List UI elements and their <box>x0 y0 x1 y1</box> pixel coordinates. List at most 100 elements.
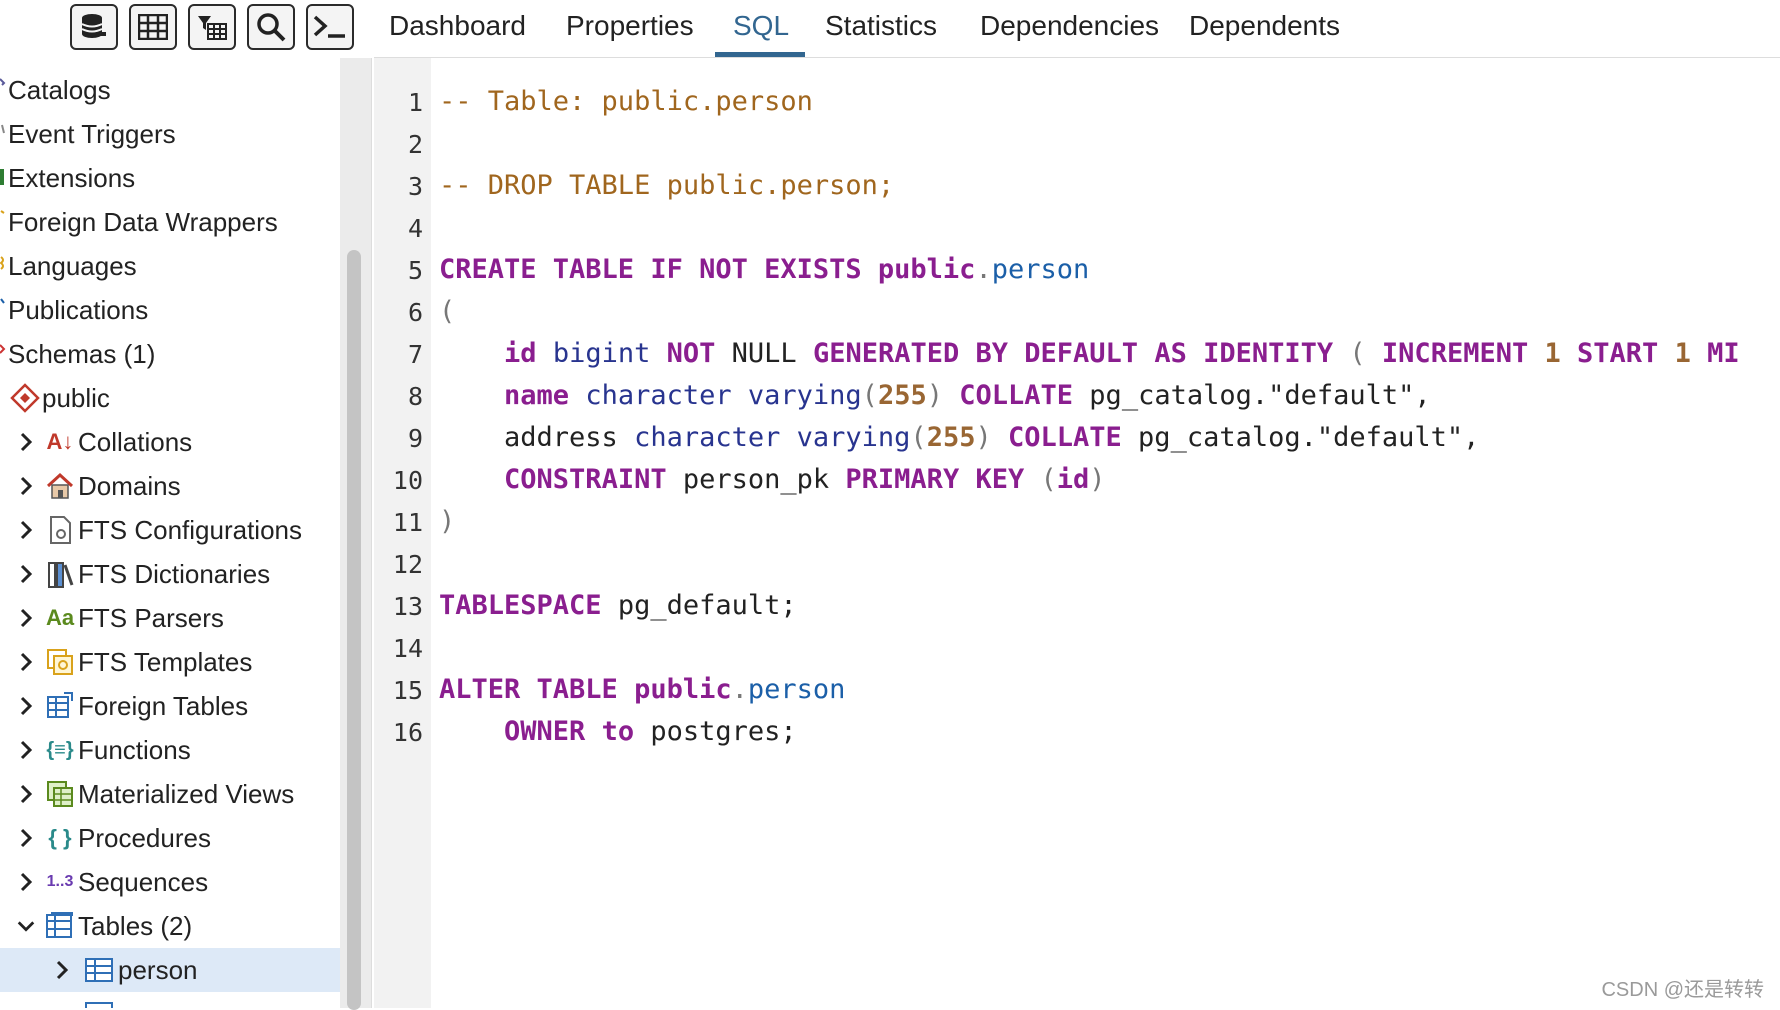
code-token: pg_default; <box>601 590 797 621</box>
tree-item-fts-parsers[interactable]: Aa FTS Parsers <box>0 596 340 640</box>
tree-item-functions[interactable]: {≡} Functions <box>0 728 340 772</box>
chevron-right-icon[interactable] <box>16 648 36 676</box>
tree-item-tables[interactable]: Tables (2) <box>0 904 340 948</box>
sequences-icon: 1..3 <box>46 873 74 890</box>
code-line: name character varying(255) COLLATE pg_c… <box>439 380 1431 411</box>
tab-dependents[interactable]: Dependents <box>1189 10 1340 58</box>
line-number: 2 <box>407 130 423 159</box>
foreign-tables-icon <box>45 691 75 721</box>
code-token: person <box>991 254 1090 285</box>
code-line: CREATE TABLE IF NOT EXISTS public.person <box>439 254 1089 285</box>
filtered-rows-button[interactable] <box>188 4 236 50</box>
procedures-icon: { } <box>48 825 72 850</box>
sidebar-scrollbar[interactable] <box>340 58 372 1010</box>
chevron-right-icon[interactable] <box>16 868 36 896</box>
code-line: ALTER TABLE public.person <box>439 674 845 705</box>
chevron-right-icon[interactable] <box>16 824 36 852</box>
code-token: TABLESPACE <box>439 590 602 621</box>
line-number: 5 <box>407 256 423 285</box>
tree-item-fts-configurations[interactable]: FTS Configurations <box>0 508 340 552</box>
tab-dependencies[interactable]: Dependencies <box>980 10 1159 58</box>
line-number: 9 <box>407 424 423 453</box>
tree-item-label: FTS Parsers <box>78 603 224 633</box>
code-token: . <box>731 674 748 705</box>
table-view-icon <box>138 14 168 40</box>
chevron-right-icon[interactable] <box>52 956 72 984</box>
tree-item-label: public <box>42 383 110 413</box>
code-token: ) <box>926 380 943 411</box>
chevron-right-icon[interactable] <box>16 780 36 808</box>
sql-code-editor[interactable]: -- Table: public.person -- DROP TABLE pub… <box>431 58 1780 1008</box>
code-token: NOT <box>666 338 716 369</box>
tree-item-fts-dictionaries[interactable]: FTS Dictionaries <box>0 552 340 596</box>
tree-item-label: Foreign Tables <box>78 691 249 721</box>
line-number: 10 <box>392 466 423 495</box>
psql-tool-button[interactable] <box>306 4 354 50</box>
chevron-right-icon[interactable] <box>16 604 36 632</box>
tab-sql[interactable]: SQL <box>733 10 789 58</box>
tree-item-label: Event Triggers <box>8 119 176 149</box>
tree-item-sequences[interactable]: 1..3 Sequences <box>0 860 340 904</box>
code-line: ( <box>439 296 455 327</box>
tree-item-person[interactable]: person <box>0 948 340 992</box>
chevron-right-icon[interactable] <box>16 516 36 544</box>
tree-item-publications[interactable]: Publications <box>0 288 340 332</box>
code-token: ( <box>1040 464 1057 495</box>
tab-dashboard[interactable]: Dashboard <box>389 10 526 58</box>
chevron-right-icon[interactable] <box>16 428 36 456</box>
tree-item-foreign-data-wrappers[interactable]: Foreign Data Wrappers <box>0 200 340 244</box>
tree-item-label: Tables (2) <box>78 911 193 941</box>
tab-properties[interactable]: Properties <box>566 10 694 58</box>
chevron-down-icon[interactable] <box>16 912 36 940</box>
tree-item-materialized-views[interactable]: Materialized Views <box>0 772 340 816</box>
line-number: 16 <box>392 718 423 747</box>
search-button[interactable] <box>247 4 295 50</box>
code-token: pg_catalog."default", <box>1073 380 1431 411</box>
tree-item-fts-templates[interactable]: FTS Templates <box>0 640 340 684</box>
code-token: pg_catalog."default", <box>1121 422 1480 453</box>
terminal-icon <box>313 15 345 38</box>
line-number: 6 <box>407 298 423 327</box>
tree-item-label: Functions <box>78 735 191 765</box>
line-number: 7 <box>407 340 423 369</box>
tree-item-languages[interactable]: Languages <box>0 244 340 288</box>
database-button[interactable] <box>70 4 118 50</box>
tree-item-foreign-tables[interactable]: Foreign Tables <box>0 684 340 728</box>
code-token: address <box>439 422 635 453</box>
chevron-right-icon[interactable] <box>16 692 36 720</box>
scrollbar-thumb[interactable] <box>347 250 361 1010</box>
collations-icon: A↓ <box>46 429 74 454</box>
chevron-right-icon[interactable] <box>16 736 36 764</box>
filtered-rows-icon <box>198 16 227 40</box>
tree-item-event-triggers[interactable]: Event Triggers <box>0 112 340 156</box>
object-explorer-tree: Catalogs Event Triggers Extensions Forei… <box>0 58 340 1008</box>
tree-item-schemas[interactable]: Schemas (1) <box>0 332 340 376</box>
code-token: character varying <box>585 380 862 411</box>
code-token: MI <box>1707 338 1740 369</box>
code-token: 255 <box>877 380 927 411</box>
tree-item-extensions[interactable]: Extensions <box>0 156 340 200</box>
event-triggers-icon <box>0 119 8 149</box>
tree-item-catalogs[interactable]: Catalogs <box>0 68 340 112</box>
line-number: 3 <box>407 172 423 201</box>
chevron-right-icon[interactable] <box>16 472 36 500</box>
tree-item-public[interactable]: public <box>0 376 340 420</box>
code-token: GENERATED BY DEFAULT AS IDENTITY <box>812 338 1334 369</box>
tree-item-procedures[interactable]: { } Procedures <box>0 816 340 860</box>
tab-statistics[interactable]: Statistics <box>825 10 937 58</box>
code-token: CREATE TABLE IF NOT EXISTS public <box>439 254 976 285</box>
publications-icon <box>0 295 8 325</box>
code-line: ) <box>439 506 455 537</box>
code-token: START <box>1577 338 1659 369</box>
code-token: postgres; <box>634 716 797 747</box>
watermark: CSDN @还是转转 <box>1601 979 1764 1001</box>
chevron-right-icon[interactable] <box>16 560 36 588</box>
tree-item-collations[interactable]: A↓ Collations <box>0 420 340 464</box>
view-data-button[interactable] <box>129 4 177 50</box>
tree-item-domains[interactable]: Domains <box>0 464 340 508</box>
code-token: 1 <box>1674 338 1691 369</box>
